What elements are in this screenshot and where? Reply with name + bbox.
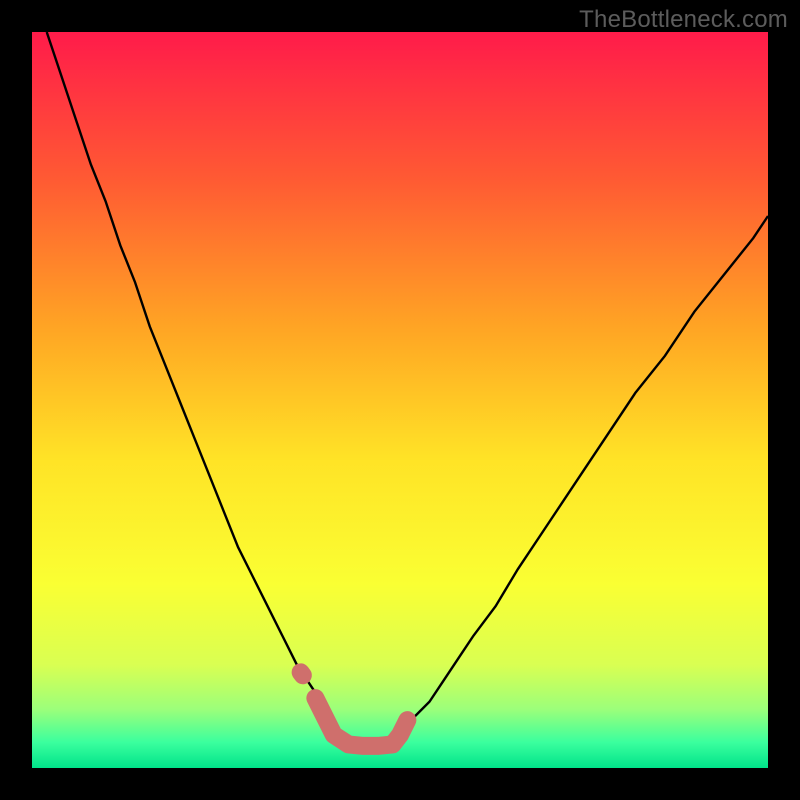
series-pink-dot-left xyxy=(301,672,303,675)
curve-layer xyxy=(32,32,768,768)
series-pink-marker-band xyxy=(315,698,407,746)
series-right-curve xyxy=(385,216,768,739)
series-left-curve xyxy=(47,32,349,739)
plot-area xyxy=(32,32,768,768)
chart-frame: TheBottleneck.com xyxy=(0,0,800,800)
watermark-text: TheBottleneck.com xyxy=(579,6,788,34)
